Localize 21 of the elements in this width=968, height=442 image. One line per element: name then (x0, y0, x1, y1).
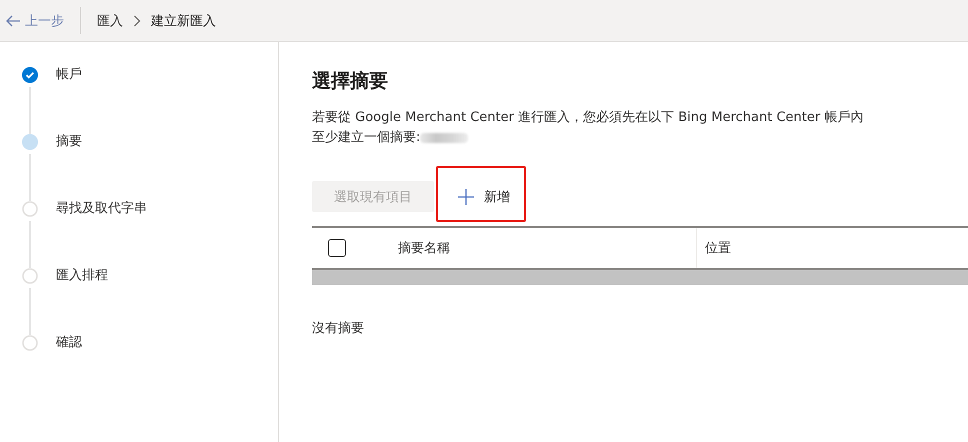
blurred-area (420, 133, 468, 143)
back-arrow-icon (6, 14, 20, 26)
breadcrumb-item[interactable]: 匯入 (97, 12, 123, 30)
current-step-dot (22, 134, 38, 150)
column-header[interactable]: 位置 (705, 241, 731, 256)
step-label: 尋找及取代字串 (56, 201, 147, 217)
breadcrumb-item: 建立新匯入 (151, 12, 216, 30)
checkbox[interactable] (328, 239, 346, 257)
empty-message: 沒有摘要 (312, 320, 365, 337)
column-header[interactable]: 摘要名稱 (398, 239, 450, 257)
step-label: 摘要 (56, 134, 82, 150)
add-button[interactable]: 新增 (448, 181, 520, 212)
step-label: 帳戶 (56, 67, 82, 83)
description-text: 至少建立一個摘要: (312, 129, 420, 147)
plus-icon (458, 188, 474, 204)
chevron-right-icon (133, 14, 141, 26)
back-button[interactable]: 上一步 (0, 7, 81, 34)
page-title: 選擇摘要 (312, 69, 389, 94)
step-label: 確認 (56, 335, 82, 351)
description-text: 若要從 Google Merchant Center 進行匯入，您必須先在以下 Bing Merchant Center 帳戶內 (312, 109, 864, 127)
step-label: 匯入排程 (56, 268, 108, 284)
